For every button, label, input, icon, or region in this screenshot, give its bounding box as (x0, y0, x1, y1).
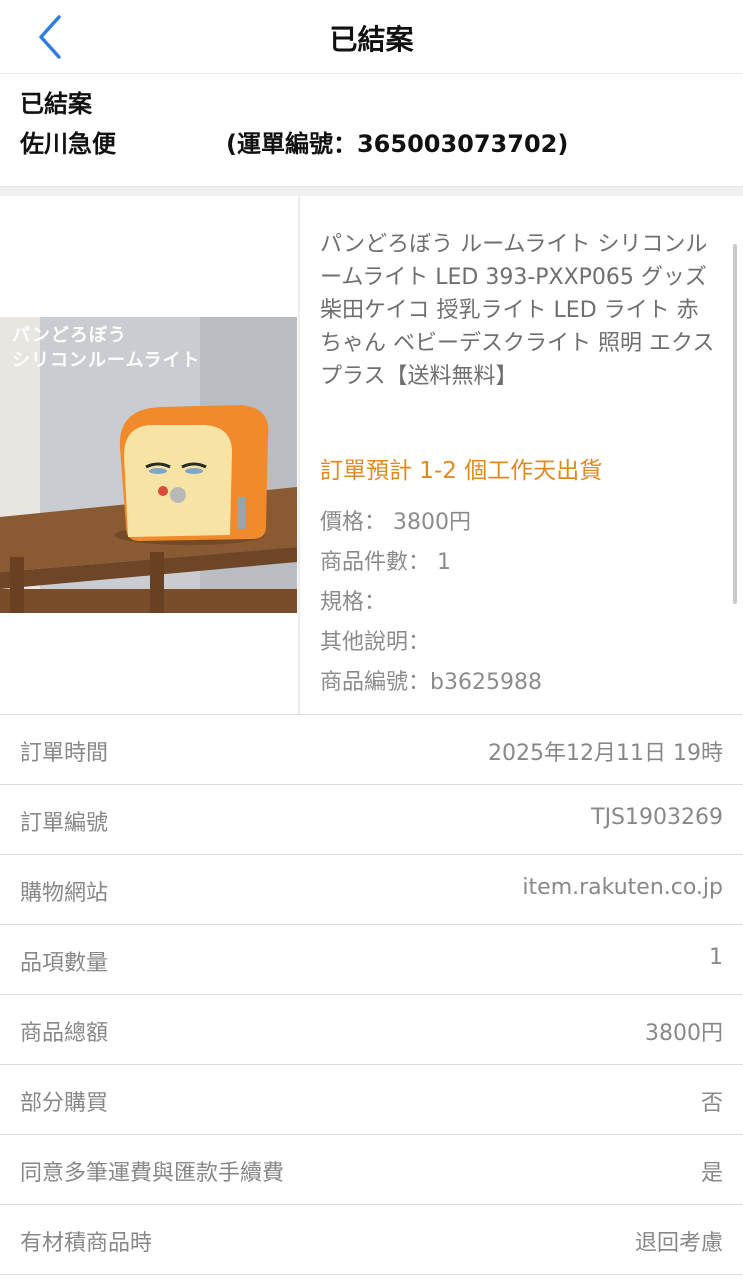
detail-value: 2025年12月11日 19時 (488, 741, 723, 766)
tracking-number[interactable]: (運單編號：365003073702) (226, 124, 568, 159)
detail-value: 3800円 (645, 1021, 723, 1046)
detail-row-agree-fees: 同意多筆運費與匯款手續費 是 (0, 1134, 743, 1204)
scrollbar[interactable] (733, 244, 737, 604)
vertical-divider (298, 196, 300, 714)
detail-row-item-count: 品項數量 1 (0, 924, 743, 994)
order-status-section: 已結案 佐川急便 (運單編號：365003073702) (0, 74, 743, 192)
order-details-list: 訂單時間 2025年12月11日 19時 訂單編號 TJS1903269 購物網… (0, 714, 743, 1275)
carrier-name: 佐川急便 (20, 130, 116, 158)
detail-label: 訂單編號 (20, 811, 109, 836)
detail-row-order-time: 訂單時間 2025年12月11日 19時 (0, 714, 743, 784)
detail-label: 部分購買 (20, 1091, 109, 1116)
detail-value: 否 (700, 1091, 723, 1116)
detail-value: 退回考慮 (634, 1231, 723, 1256)
status-text: 已結案 (20, 90, 92, 118)
image-caption: パンどろぼう シリコンルームライト (12, 323, 201, 373)
product-quantity: 商品件數： 1 (320, 550, 451, 575)
detail-row-order-number: 訂單編號 TJS1903269 (0, 784, 743, 854)
product-code: 商品編號：b3625988 (320, 670, 542, 695)
detail-label: 同意多筆運費與匯款手續費 (20, 1161, 285, 1186)
nav-bar: 已結案 (0, 0, 743, 74)
detail-row-volume-goods: 有材積商品時 退回考慮 (0, 1204, 743, 1274)
detail-label: 訂單時間 (20, 741, 109, 766)
detail-value: 是 (700, 1161, 723, 1186)
detail-value: TJS1903269 (591, 805, 723, 830)
product-note: 其他說明： (320, 630, 431, 655)
product-spec: 規格： (320, 590, 387, 615)
detail-label: 品項數量 (20, 951, 109, 976)
section-divider (0, 186, 743, 196)
product-card: パンどろぼう シリコンルームライト パンどろぼう ルームライト シリコンルームラ… (0, 196, 743, 714)
detail-value[interactable]: item.rakuten.co.jp (522, 875, 723, 900)
page-title: 已結案 (329, 23, 414, 56)
image-caption-line1: パンどろぼう (12, 325, 127, 346)
shipping-estimate: 訂單預計 1-2 個工作天出貨 (320, 458, 603, 484)
product-name[interactable]: パンどろぼう ルームライト シリコンルームライト LED 393-PXXP065… (320, 228, 720, 393)
detail-label: 有材積商品時 (20, 1231, 153, 1256)
detail-row-partial-purchase: 部分購買 否 (0, 1064, 743, 1134)
detail-row-total: 商品總額 3800円 (0, 994, 743, 1064)
product-price: 價格： 3800円 (320, 510, 471, 535)
image-caption-line2: シリコンルームライト (12, 350, 201, 371)
detail-value: 1 (709, 945, 723, 970)
product-image[interactable]: パンどろぼう シリコンルームライト (0, 317, 297, 613)
detail-label: 商品總額 (20, 1021, 109, 1046)
detail-label: 購物網站 (20, 881, 109, 906)
detail-row-shop-site: 購物網站 item.rakuten.co.jp (0, 854, 743, 924)
list-bottom-border (0, 1274, 743, 1275)
